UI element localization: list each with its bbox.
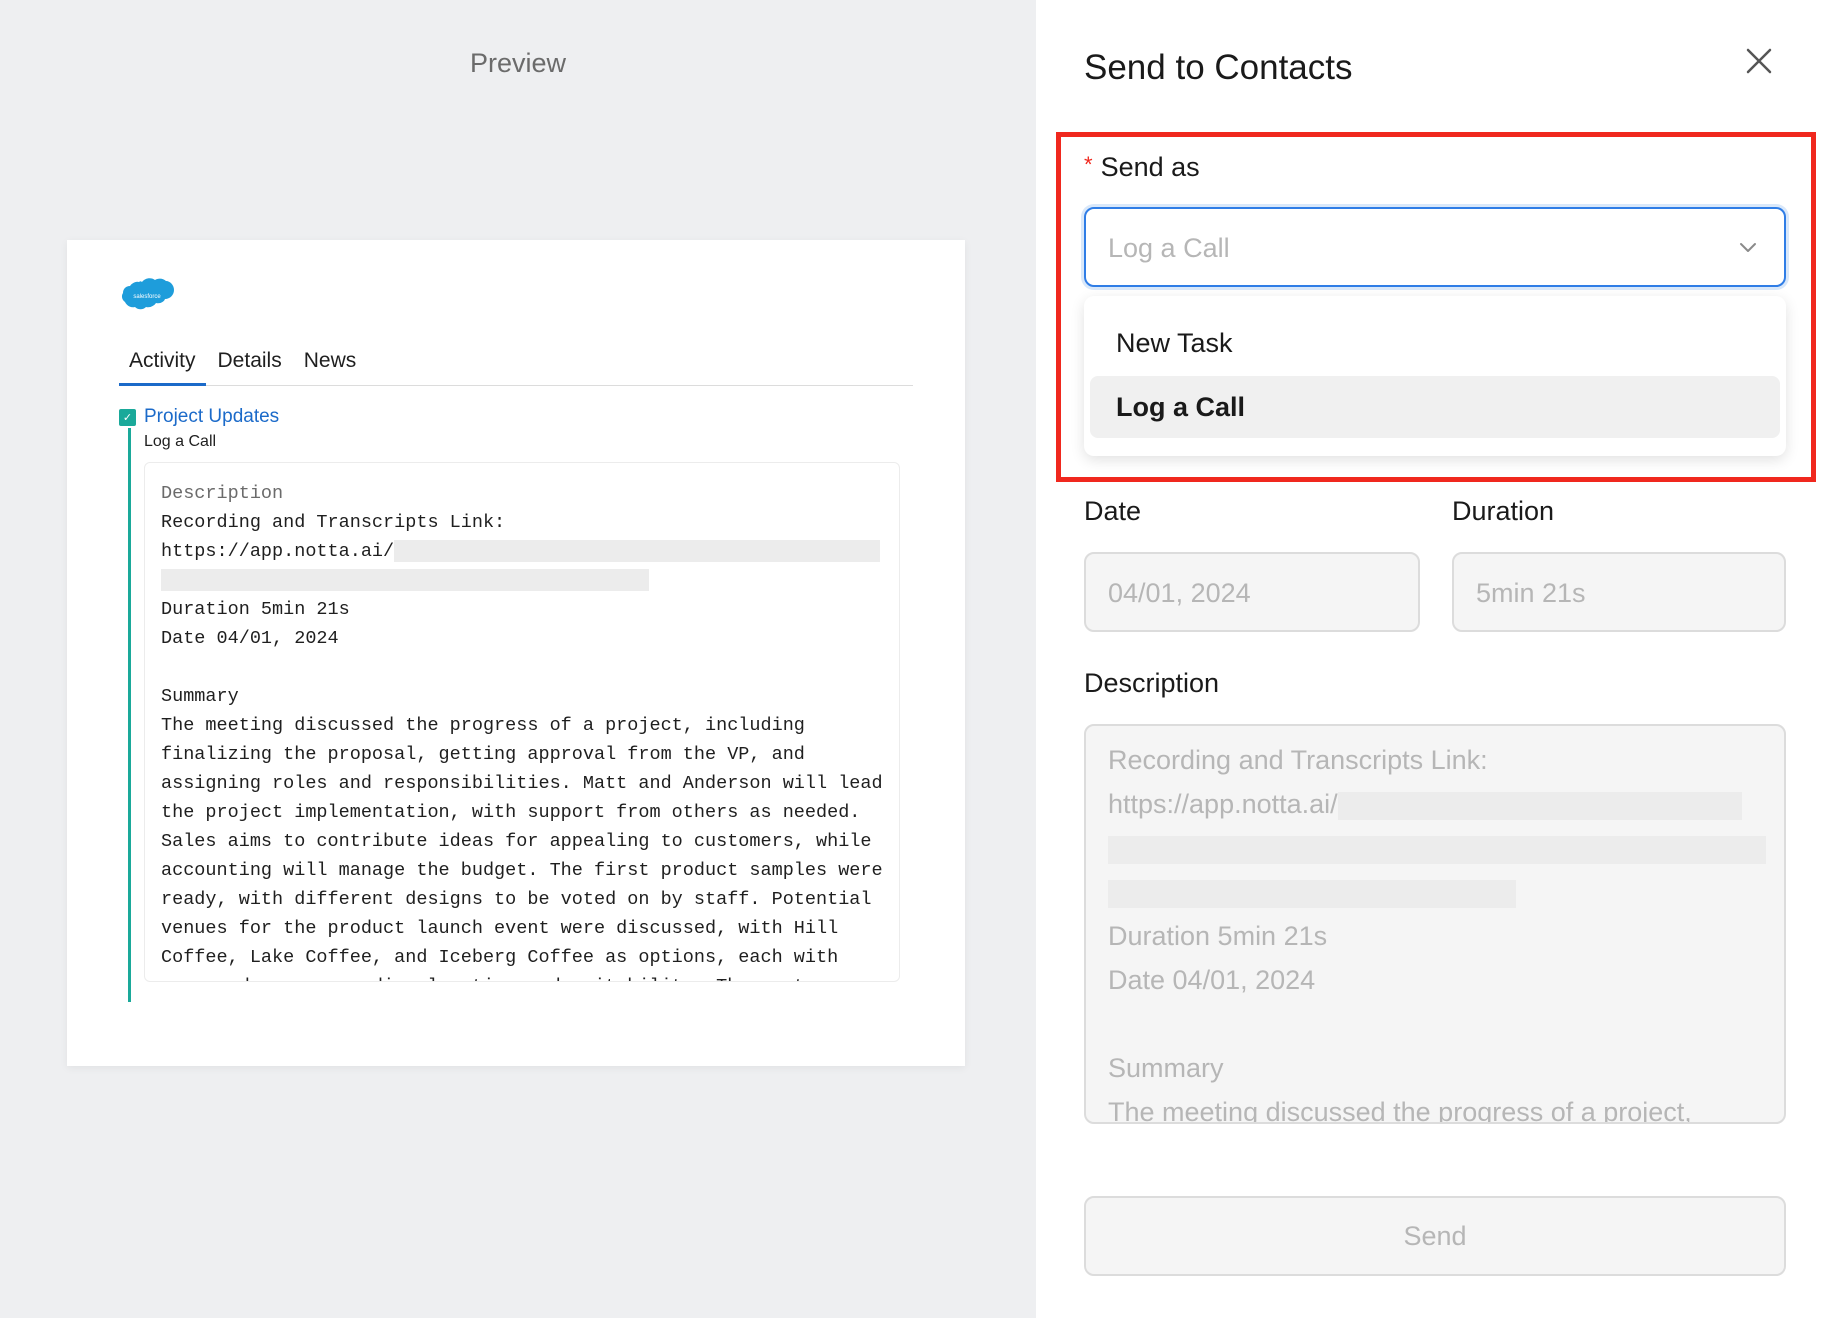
desc-line: Recording and Transcripts Link: [161,512,506,533]
desc-line [161,566,883,595]
tab-details[interactable]: Details [208,346,292,386]
redacted-block [1108,879,1516,908]
close-icon[interactable] [1744,46,1774,76]
redacted-block [1337,791,1742,820]
activity-title-link[interactable]: Project Updates [144,406,279,428]
ta-line [1108,870,1762,914]
timeline-bar [128,428,131,1002]
chevron-down-icon [1740,243,1756,252]
ta-line: Duration 5min 21s [1108,921,1328,951]
desc-line: The meeting discussed the progress of a … [161,715,805,736]
send-as-value: Log a Call [1108,233,1230,263]
activity-item: ✓ Project Updates [119,402,913,432]
desc-line: Sales aims to contribute ideas for appea… [161,831,872,852]
option-new-task[interactable]: New Task [1090,312,1780,374]
redacted-block [161,569,649,592]
redacted-block [394,540,881,563]
desc-link-line: https://app.notta.ai/ [161,537,883,566]
drawer-title: Send to Contacts [1084,48,1353,87]
ta-line: Date 04/01, 2024 [1108,965,1316,995]
activity-subtitle: Log a Call [144,433,217,450]
date-field[interactable]: 04/01, 2024 [1084,552,1420,632]
send-as-dropdown: New Task Log a Call [1084,296,1786,456]
duration-value: 5min 21s [1476,578,1586,608]
desc-line: venues for the product launch event were… [161,918,839,939]
ta-line: Recording and Transcripts Link: [1108,745,1488,775]
description-label: Description [161,483,284,504]
desc-line: assigning roles and responsibilities. Ma… [161,773,883,794]
ta-link-line: https://app.notta.ai/ [1108,782,1762,826]
description-textarea[interactable]: Recording and Transcripts Link: https://… [1084,724,1786,1124]
send-as-select[interactable]: Log a Call [1084,207,1786,287]
desc-line: Coffee, Lake Coffee, and Iceberg Coffee … [161,947,839,968]
tab-activity[interactable]: Activity [119,346,206,386]
send-as-label: * Send as [1084,152,1200,182]
desc-line: accounting will manage the budget. The f… [161,860,883,881]
redacted-block [1108,835,1766,864]
date-label: Date [1084,496,1142,526]
send-button[interactable]: Send [1084,1196,1786,1276]
desc-line [161,653,883,682]
tab-news[interactable]: News [294,346,367,386]
desc-line: ready, with different designs to be vote… [161,889,872,910]
ta-line: Summary [1108,1053,1224,1083]
duration-label: Duration [1452,496,1555,526]
preview-tabs: Activity Details News [119,346,913,386]
ta-line [1108,826,1766,870]
option-log-a-call[interactable]: Log a Call [1090,376,1780,438]
description-label: Description [1084,668,1220,698]
desc-line: Duration 5min 21s [161,599,350,620]
date-value: 04/01, 2024 [1108,578,1251,608]
desc-line: the project implementation, with support… [161,802,861,823]
preview-title: Preview [469,48,567,78]
task-icon: ✓ [119,408,136,426]
salesforce-logo-icon: salesforce [121,278,174,310]
activity-description-box: Description Recording and Transcripts Li… [144,462,900,982]
send-to-contacts-drawer: Send to Contacts * Send as Log a Call New… [1036,0,1834,1318]
ta-line [1108,1002,1762,1046]
desc-line: Summary [161,686,239,707]
duration-field[interactable]: 5min 21s [1452,552,1786,632]
ta-line: The meeting discussed the progress of a … [1108,1097,1692,1124]
desc-line: finalizing the proposal, getting approva… [161,744,805,765]
required-mark: * [1084,152,1093,177]
desc-line: pros and cons regarding location and sui… [161,972,883,981]
desc-line: Date 04/01, 2024 [161,628,339,649]
svg-text:salesforce: salesforce [133,294,161,300]
